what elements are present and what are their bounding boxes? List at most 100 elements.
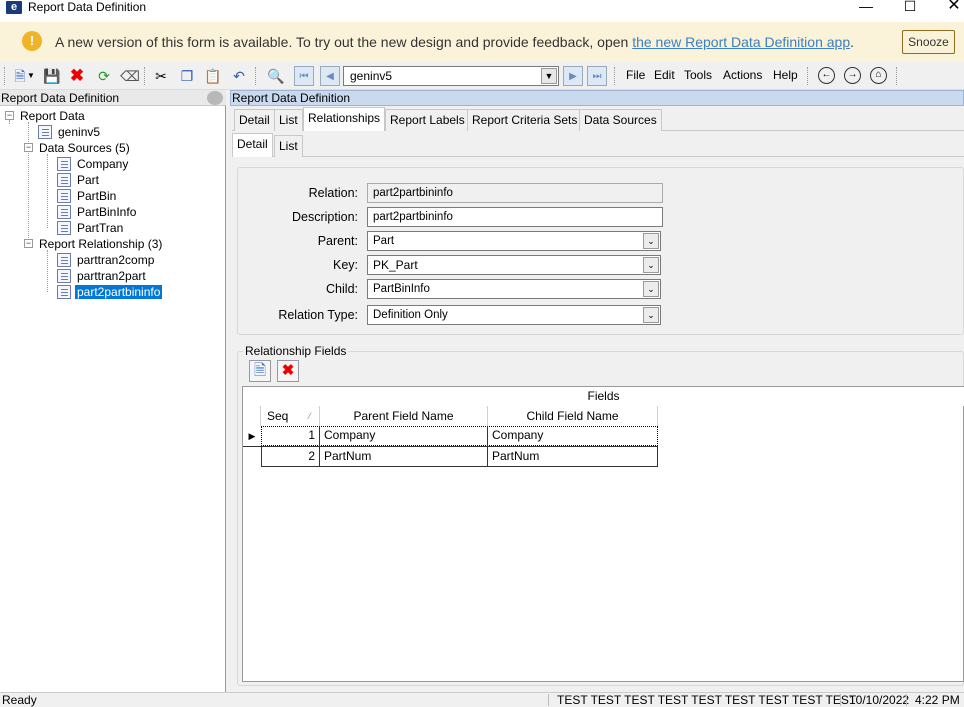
next-record-icon[interactable]: ▶ [563, 66, 583, 86]
new-dropdown-icon[interactable]: ▼ [26, 66, 36, 86]
close-icon[interactable]: ✕ [932, 0, 964, 14]
save-icon[interactable]: 💾 [42, 66, 62, 86]
cell-parent-field[interactable]: PartNum [320, 447, 488, 467]
last-record-icon[interactable]: ⏭ [587, 66, 607, 86]
pin-icon[interactable] [207, 91, 223, 105]
delete-icon[interactable]: ✖ [67, 66, 87, 86]
tree-item-data-sources[interactable]: Data Sources (5) [39, 141, 130, 155]
toolbar-separator [896, 67, 898, 85]
content-title: Report Data Definition [232, 91, 351, 105]
banner-message: A new version of this form is available.… [55, 34, 854, 50]
relation-label: Relation: [308, 186, 358, 200]
back-icon[interactable]: ← [818, 67, 835, 84]
search-icon[interactable]: 🔍 [266, 66, 286, 86]
record-selector[interactable]: geninv5 ▼ [343, 66, 559, 86]
home-icon[interactable]: ⌂ [870, 67, 887, 84]
maximize-icon[interactable]: ☐ [888, 0, 932, 14]
refresh-icon[interactable]: ⟳ [94, 66, 114, 86]
tree-item-report-data[interactable]: Report Data [20, 109, 85, 123]
cell-seq[interactable]: 1 [261, 426, 320, 446]
status-date: 10/10/2022 [840, 694, 909, 706]
collapse-icon[interactable]: − [24, 239, 33, 248]
undo-icon[interactable]: ↶ [229, 66, 249, 86]
tree-item-source-partbin[interactable]: PartBin [77, 189, 116, 203]
tab-report-criteria-sets[interactable]: Report Criteria Sets [467, 109, 583, 131]
child-label: Child: [326, 282, 358, 296]
tree-item-rel-part2partbininfo[interactable]: part2partbininfo [75, 285, 163, 299]
cell-seq[interactable]: 2 [261, 447, 320, 467]
tree-item-rel-parttran2part[interactable]: parttran2part [77, 269, 146, 283]
current-row-icon: ▶ [248, 431, 256, 441]
tab-data-sources[interactable]: Data Sources [579, 109, 662, 131]
parent-label: Parent: [317, 234, 358, 248]
key-select[interactable]: PK_Part ⌄ [367, 255, 661, 275]
tree-item-report-relationship[interactable]: Report Relationship (3) [39, 237, 162, 251]
forward-icon[interactable]: → [844, 67, 861, 84]
description-field[interactable]: part2partbininfo [367, 207, 663, 227]
paste-icon[interactable]: 📋 [203, 66, 223, 86]
first-record-icon[interactable]: ⏮ [294, 66, 314, 86]
window-title: Report Data Definition [28, 0, 147, 14]
cell-child-field[interactable]: Company [488, 426, 658, 446]
toolbar-separator [144, 67, 146, 85]
collapse-icon[interactable]: − [24, 143, 33, 152]
document-icon [57, 221, 71, 235]
document-icon [57, 285, 71, 299]
toolbar-separator [614, 67, 616, 85]
document-icon [57, 269, 71, 283]
subtab-list[interactable]: List [274, 135, 303, 157]
subtab-detail[interactable]: Detail [232, 133, 273, 157]
document-icon [57, 173, 71, 187]
grid-band-label: Fields [587, 389, 620, 403]
chevron-down-icon[interactable]: ⌄ [643, 257, 659, 273]
snooze-button[interactable]: Snooze [902, 30, 955, 54]
tab-report-labels[interactable]: Report Labels [385, 109, 470, 131]
collapse-icon[interactable]: − [5, 111, 14, 120]
tab-relationships[interactable]: Relationships [303, 107, 386, 131]
tree-item-source-partbininfo[interactable]: PartBinInfo [77, 205, 136, 219]
menu-tools[interactable]: Tools [684, 68, 712, 82]
relation-type-select[interactable]: Definition Only ⌄ [367, 305, 661, 325]
relationship-fields-label: Relationship Fields [243, 344, 349, 358]
tree-item-source-parttran[interactable]: PartTran [77, 221, 123, 235]
column-header-seq-label: Seq [267, 409, 289, 423]
chevron-down-icon[interactable]: ⌄ [643, 233, 659, 249]
tree-item-rel-parttran2comp[interactable]: parttran2comp [77, 253, 154, 267]
chevron-down-icon[interactable]: ▼ [541, 68, 557, 84]
tree-panel-title: Report Data Definition [1, 91, 120, 105]
tree-item-source-company[interactable]: Company [77, 157, 128, 171]
column-header-seq[interactable]: Seq ⁄ [261, 406, 320, 426]
child-select[interactable]: PartBinInfo ⌄ [367, 279, 661, 299]
chevron-down-icon[interactable]: ⌄ [643, 307, 659, 323]
copy-icon[interactable]: ❐ [177, 66, 197, 86]
new-app-link[interactable]: the new Report Data Definition app [632, 34, 850, 50]
cell-parent-field[interactable]: Company [320, 426, 488, 446]
chevron-down-icon[interactable]: ⌄ [643, 281, 659, 297]
tree-item-source-part[interactable]: Part [77, 173, 99, 187]
parent-select[interactable]: Part ⌄ [367, 231, 661, 251]
column-header-child[interactable]: Child Field Name [488, 406, 658, 426]
column-header-parent[interactable]: Parent Field Name [320, 406, 488, 426]
record-selector-value: geninv5 [350, 69, 393, 83]
tab-detail[interactable]: Detail [234, 109, 275, 131]
menu-file[interactable]: File [626, 68, 645, 82]
previous-record-icon[interactable]: ◀ [320, 66, 340, 86]
cut-icon[interactable]: ✂ [151, 66, 171, 86]
toolbar-separator [255, 67, 257, 85]
clear-icon[interactable]: ⌫ [120, 66, 140, 86]
cell-child-field[interactable]: PartNum [488, 447, 658, 467]
menu-edit[interactable]: Edit [654, 68, 675, 82]
minimize-icon[interactable]: — [844, 0, 888, 14]
warning-icon: ! [22, 31, 42, 51]
tab-list[interactable]: List [274, 109, 303, 131]
banner-message-suffix: . [850, 34, 855, 50]
relation-type-select-value: Definition Only [373, 309, 448, 321]
relation-field: part2partbininfo [367, 183, 663, 203]
toolbar-grip [4, 67, 6, 85]
menu-help[interactable]: Help [773, 68, 798, 82]
add-field-button[interactable]: 🗎 [249, 360, 271, 382]
menu-actions[interactable]: Actions [723, 68, 762, 82]
tree-item-geninv5[interactable]: geninv5 [58, 125, 100, 139]
delete-field-button[interactable]: ✖ [277, 360, 299, 382]
document-icon [57, 205, 71, 219]
